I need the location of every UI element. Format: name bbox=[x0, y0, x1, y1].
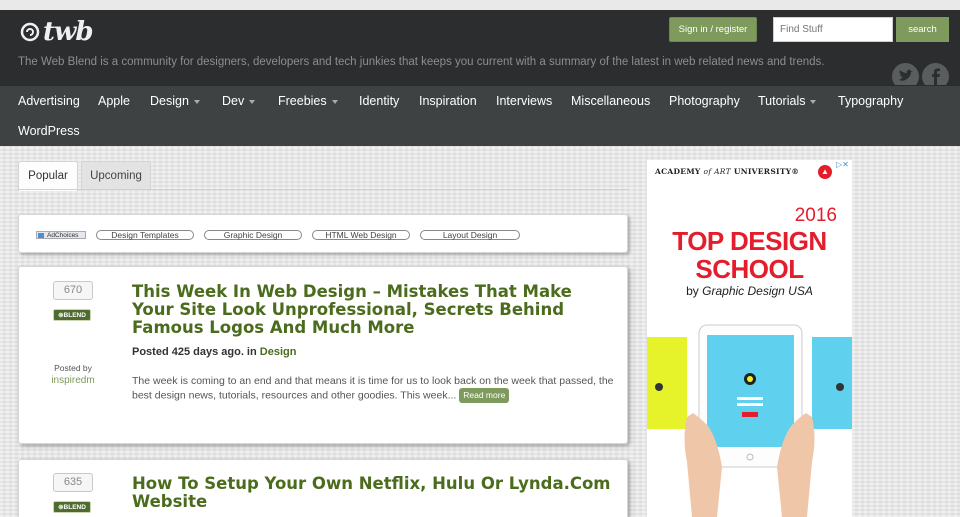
ad-link-graphic-design[interactable]: Graphic Design bbox=[204, 230, 302, 240]
nav-item-freebies[interactable]: Freebies bbox=[278, 91, 338, 111]
site-logo[interactable]: twb bbox=[20, 16, 100, 48]
ad-brand: ACADEMY of ART UNIVERSITY® bbox=[655, 167, 800, 176]
post-card: 670 ⊚BLEND Posted by inspiredm This Week… bbox=[18, 266, 628, 444]
nav-item-photography[interactable]: Photography bbox=[669, 91, 740, 111]
nav-item-design[interactable]: Design bbox=[150, 91, 200, 111]
nav-item-apple[interactable]: Apple bbox=[98, 91, 130, 111]
adchoices-label[interactable]: AdChoices bbox=[36, 231, 86, 239]
tab-divider bbox=[18, 189, 628, 190]
nav-item-dev[interactable]: Dev bbox=[222, 91, 256, 111]
nav-item-typography[interactable]: Typography bbox=[838, 91, 903, 111]
blend-button[interactable]: ⊚BLEND bbox=[53, 501, 91, 513]
ad-logo-icon: ▲ bbox=[818, 165, 832, 179]
nav-item-tutorials[interactable]: Tutorials bbox=[758, 91, 817, 111]
ad-year: 2016 bbox=[794, 205, 837, 226]
ad-links-box: AdChoices Design Templates Graphic Desig… bbox=[18, 214, 628, 253]
post-title[interactable]: This Week In Web Design – Mistakes That … bbox=[132, 283, 617, 337]
nav-item-inspiration[interactable]: Inspiration bbox=[419, 91, 477, 111]
ad-link-layout-design[interactable]: Layout Design bbox=[420, 230, 520, 240]
nav-item-advertising[interactable]: Advertising bbox=[18, 91, 80, 111]
nav-item-identity[interactable]: Identity bbox=[359, 91, 399, 111]
chevron-down-icon bbox=[810, 99, 817, 104]
nav-item-miscellaneous[interactable]: Miscellaneous bbox=[571, 91, 650, 111]
search-button[interactable]: search bbox=[896, 17, 949, 42]
post-meta: Posted 425 days ago. in Design bbox=[132, 346, 297, 358]
vote-count[interactable]: 635 bbox=[53, 473, 93, 492]
category-link[interactable]: Design bbox=[260, 346, 297, 358]
signin-register-button[interactable]: Sign in / register bbox=[669, 17, 757, 42]
tablet-hands-image bbox=[647, 324, 852, 517]
logo-text: twb bbox=[43, 17, 94, 47]
vote-count[interactable]: 670 bbox=[53, 281, 93, 300]
chevron-down-icon bbox=[249, 99, 256, 104]
adchoices-icon bbox=[38, 233, 44, 238]
post-card: 635 ⊚BLEND How To Setup Your Own Netflix… bbox=[18, 459, 628, 517]
author-link[interactable]: inspiredm bbox=[39, 375, 107, 386]
tab-popular[interactable]: Popular bbox=[18, 161, 78, 191]
site-header: twb The Web Blend is a community for des… bbox=[0, 0, 960, 90]
ad-link-html-web-design[interactable]: HTML Web Design bbox=[312, 230, 410, 240]
nav-item-wordpress[interactable]: WordPress bbox=[18, 121, 80, 141]
tab-upcoming[interactable]: Upcoming bbox=[81, 161, 151, 190]
post-title[interactable]: How To Setup Your Own Netflix, Hulu Or L… bbox=[132, 475, 617, 511]
ad-close-icon[interactable]: ▷✕ bbox=[836, 160, 849, 169]
read-more-button[interactable]: Read more bbox=[459, 388, 510, 403]
ad-link-design-templates[interactable]: Design Templates bbox=[96, 230, 194, 240]
logo-swirl-icon bbox=[20, 22, 40, 42]
main-nav: Advertising Apple Design Dev Freebies Id… bbox=[0, 85, 960, 146]
posted-by-label: Posted by bbox=[54, 363, 92, 373]
search-input[interactable] bbox=[773, 17, 893, 42]
site-tagline: The Web Blend is a community for designe… bbox=[18, 56, 825, 68]
chevron-down-icon bbox=[331, 99, 338, 104]
ad-headline: TOP DESIGN SCHOOL bbox=[672, 226, 827, 284]
post-excerpt: The week is coming to an end and that me… bbox=[132, 375, 614, 403]
blend-button[interactable]: ⊚BLEND bbox=[53, 309, 91, 321]
nav-item-interviews[interactable]: Interviews bbox=[496, 91, 552, 111]
ad-byline: by Graphic Design USA bbox=[686, 284, 813, 298]
chevron-down-icon bbox=[193, 99, 200, 104]
sidebar-ad[interactable]: ACADEMY of ART UNIVERSITY® ▲ ▷✕ 2016 TOP… bbox=[647, 160, 852, 517]
